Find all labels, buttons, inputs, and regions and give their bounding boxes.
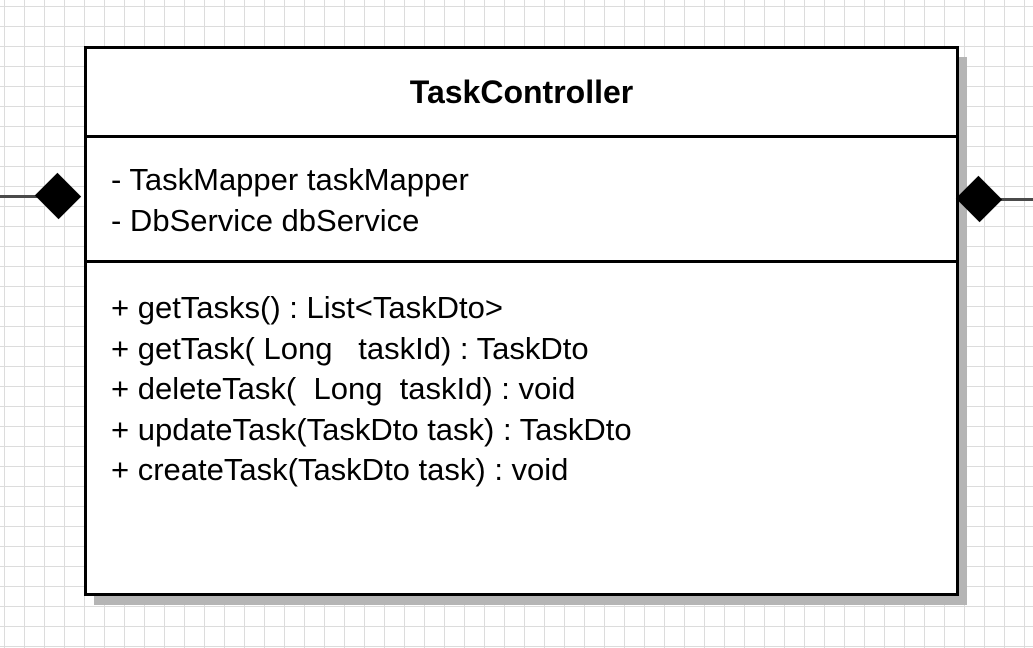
method-row: + createTask(TaskDto task) : void — [111, 452, 569, 487]
class-header: TaskController — [87, 49, 956, 138]
attribute-row: - TaskMapper taskMapper — [111, 162, 469, 197]
method-row: + deleteTask( Long taskId) : void — [111, 371, 576, 406]
left-composition-diamond-icon — [34, 172, 82, 220]
method-row: + getTasks() : List<TaskDto> — [111, 290, 503, 325]
methods-compartment: + getTasks() : List<TaskDto> + getTask( … — [87, 266, 956, 491]
uml-class-box[interactable]: TaskController - TaskMapper taskMapper -… — [84, 46, 959, 596]
right-connector-line — [1000, 198, 1033, 201]
method-row: + getTask( Long taskId) : TaskDto — [111, 330, 589, 366]
attribute-row: - DbService dbService — [111, 202, 420, 238]
method-row: + updateTask(TaskDto task) : TaskDto — [111, 411, 632, 447]
class-name: TaskController — [409, 73, 634, 110]
attributes-compartment: - TaskMapper taskMapper - DbService dbSe… — [87, 138, 956, 263]
